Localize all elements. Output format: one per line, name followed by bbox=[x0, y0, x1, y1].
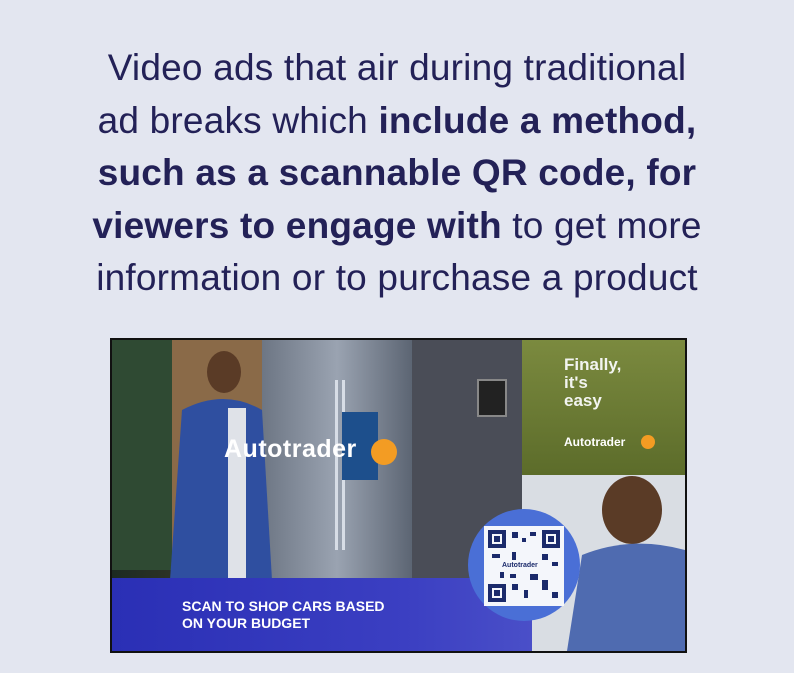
driver-jacket bbox=[567, 543, 685, 651]
wall-picture bbox=[477, 379, 507, 417]
tagline: Finally, it's easy bbox=[564, 356, 621, 410]
headline-line-3-bold: such as a scannable QR code, for bbox=[97, 152, 697, 193]
window-greenery bbox=[112, 340, 172, 570]
tagline-line-3: easy bbox=[564, 391, 602, 410]
driver-head bbox=[602, 476, 662, 544]
headline: Video ads that air during traditional ad… bbox=[0, 42, 794, 305]
fridge-handle-left bbox=[335, 380, 338, 550]
brand-wordmark-left: Autotrader bbox=[224, 435, 357, 463]
brand-logo-right bbox=[641, 435, 655, 449]
man-shirt bbox=[228, 408, 246, 578]
brand-wordmark-right: Autotrader bbox=[564, 435, 626, 449]
headline-line-1: Video ads that air during traditional bbox=[107, 47, 687, 88]
tagline-line-1: Finally, bbox=[564, 355, 622, 374]
headline-line-4-bold: viewers to engage with bbox=[92, 204, 502, 246]
brand-logo-left bbox=[371, 439, 397, 465]
headline-line-2-plain: ad breaks which bbox=[97, 99, 379, 141]
qr-brand-label: Autotrader bbox=[500, 562, 540, 569]
headline-line-2-bold: include a method, bbox=[378, 99, 697, 141]
cta-line-1: SCAN TO SHOP CARS BASED bbox=[182, 598, 385, 614]
headline-line-5: information or to purchase a product bbox=[96, 257, 698, 298]
man-jacket bbox=[170, 399, 272, 580]
headline-line-2: ad breaks which include a method, bbox=[0, 95, 794, 148]
cta-line-2: ON YOUR BUDGET bbox=[182, 615, 311, 631]
headline-line-4-plain: to get more bbox=[501, 204, 702, 246]
man-head bbox=[207, 351, 241, 393]
headline-line-3: such as a scannable QR code, for bbox=[0, 147, 794, 200]
cta-text: SCAN TO SHOP CARS BASED ON YOUR BUDGET bbox=[182, 598, 385, 632]
tv-ad-photo: Autotrader Finally, it's easy Autotrader… bbox=[110, 338, 687, 653]
tagline-line-2: it's bbox=[564, 373, 588, 392]
headline-line-4: viewers to engage with to get more bbox=[0, 200, 794, 253]
